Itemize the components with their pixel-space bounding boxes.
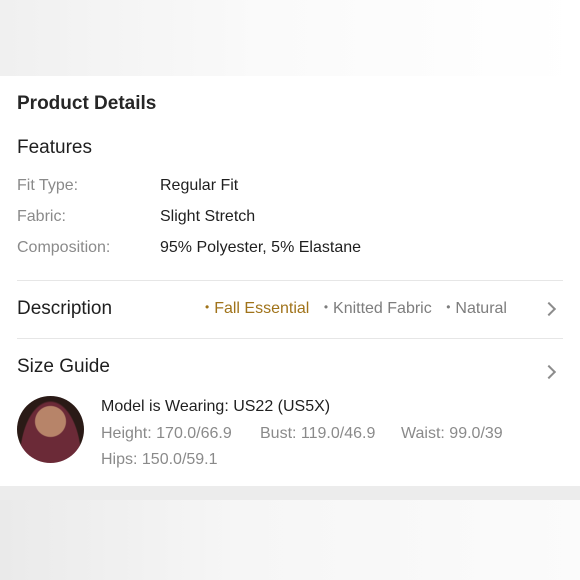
bottom-background	[0, 500, 580, 580]
tag-label: Natural	[455, 300, 507, 317]
product-details-title: Product Details	[17, 93, 157, 114]
product-details-card: Product Details Features Fit Type: Regul…	[0, 76, 580, 486]
model-hips: Hips: 150.0/59.1	[101, 451, 218, 468]
size-guide-chevron-right-icon[interactable]	[541, 364, 557, 380]
tag-knitted-fabric[interactable]: • Knitted Fabric	[324, 300, 432, 318]
description-tags[interactable]: • Fall Essential • Knitted Fabric • Natural	[205, 300, 517, 318]
tag-label: Fall Essential	[214, 300, 310, 317]
model-bust: Bust: 119.0/46.9	[260, 425, 376, 442]
model-height: Height: 170.0/66.9	[101, 425, 232, 442]
feature-value: Regular Fit	[160, 177, 239, 194]
tag-label: Knitted Fabric	[333, 300, 432, 317]
features-title: Features	[17, 137, 92, 158]
section-gap	[0, 486, 580, 500]
feature-label: Composition:	[17, 239, 111, 256]
feature-value: Slight Stretch	[160, 208, 256, 225]
tag-natural[interactable]: • Natural	[446, 300, 507, 318]
top-background	[0, 0, 580, 76]
model-wearing-size: Model is Wearing: US22 (US5X)	[101, 398, 331, 415]
description-title[interactable]: Description	[17, 298, 112, 320]
feature-label: Fit Type:	[17, 177, 79, 194]
divider	[17, 338, 563, 339]
description-chevron-right-icon[interactable]	[541, 301, 557, 317]
model-waist: Waist: 99.0/39	[401, 425, 503, 442]
size-guide-title[interactable]: Size Guide	[17, 356, 110, 378]
model-avatar	[17, 396, 84, 463]
feature-label: Fabric:	[17, 208, 66, 225]
divider	[17, 280, 563, 281]
feature-value: 95% Polyester, 5% Elastane	[160, 239, 362, 256]
tag-fall-essential[interactable]: • Fall Essential	[205, 300, 309, 318]
